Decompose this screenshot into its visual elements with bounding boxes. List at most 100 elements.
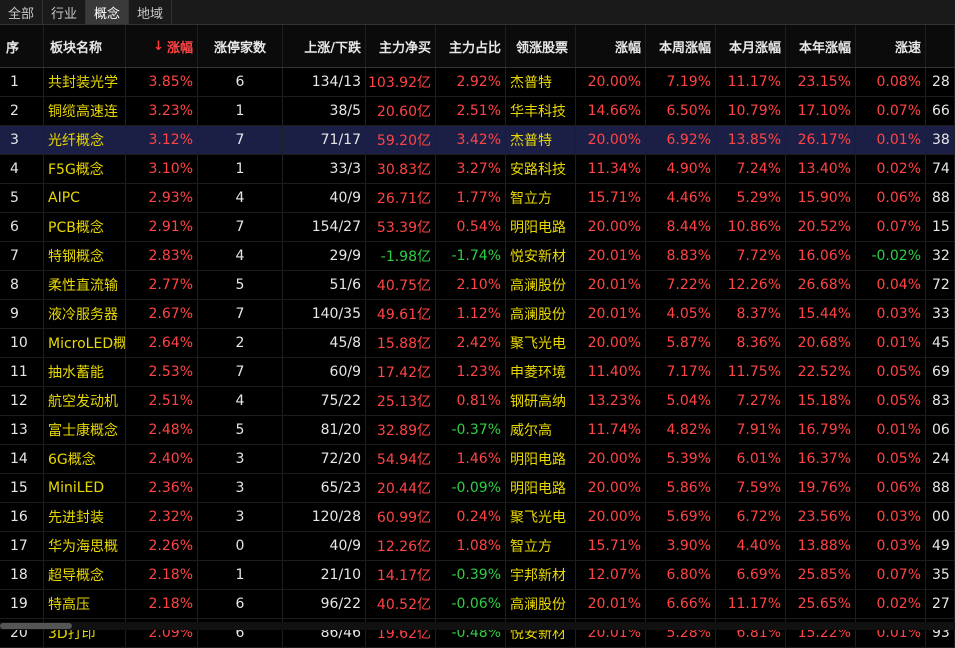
- header-leading-change[interactable]: 涨幅: [576, 25, 646, 67]
- cell-leading-change: 20.01%: [576, 300, 646, 328]
- cell-main-net-buy: 59.20亿: [366, 126, 436, 154]
- cell-week-change: 5.39%: [646, 445, 716, 473]
- table-row[interactable]: 9 液冷服务器 2.67% 7 140/35 49.61亿 1.12% 高澜股份 20.01% 4…: [0, 300, 955, 329]
- cell-speed: 0.04%: [856, 271, 926, 299]
- scrollbar-thumb[interactable]: [0, 623, 72, 629]
- table-row[interactable]: 12 航空发动机 2.51% 4 75/22 25.13亿 0.81% 钢研高纳 13.23% 5…: [0, 387, 955, 416]
- cell-main-net-buy: 25.13亿: [366, 387, 436, 415]
- table-header: 序板块名称 ↓ 涨幅 涨停家数 上涨/下跌 主力净买 主力占比 领涨股票 涨幅 本周涨幅 本月涨幅本…: [0, 25, 955, 68]
- header-leading-stock[interactable]: 领涨股票: [506, 25, 576, 67]
- header-label: 涨幅: [166, 40, 193, 56]
- cell-speed: 0.01%: [856, 126, 926, 154]
- cell-week-change: 4.05%: [646, 300, 716, 328]
- table-row[interactable]: 2 铜缆高速连 3.23% 1 38/5 20.60亿 2.51% 华丰科技 14.66% 6.5…: [0, 97, 955, 126]
- table-row[interactable]: 6 PCB概念 2.91% 7 154/27 53.39亿 0.54% 明阳电路 20.00% 8…: [0, 213, 955, 242]
- cell-month-change: 10.86%: [716, 213, 786, 241]
- cell-leading-stock: 明阳电路: [506, 474, 576, 502]
- cell-main-ratio: -0.09%: [436, 474, 506, 502]
- header-sector-name[interactable]: 板块名称: [44, 25, 126, 67]
- tab-0[interactable]: 全部: [0, 0, 44, 24]
- table-row[interactable]: 19 特高压 2.18% 6 96/22 40.52亿 -0.06% 高澜股份 20.01% 6.…: [0, 590, 955, 619]
- cell-change-pct: 2.48%: [126, 416, 198, 444]
- cell-sector-name: 光纤概念: [44, 126, 126, 154]
- cell-up-down: 29/9: [282, 242, 366, 270]
- table-row[interactable]: 18 超导概念 2.18% 1 21/10 14.17亿 -0.39% 宇邦新材 12.07% 6…: [0, 561, 955, 590]
- header-week-change[interactable]: 本周涨幅: [646, 25, 716, 67]
- cell-up-down: 21/10: [282, 561, 366, 589]
- cell-change-pct: 2.18%: [126, 590, 198, 618]
- table-row[interactable]: 14 6G概念 2.40% 3 72/20 54.94亿 1.46% 明阳电路 20.00% 5.…: [0, 445, 955, 474]
- cell-extra: 06: [926, 416, 955, 444]
- cell-leading-stock: 华丰科技: [506, 97, 576, 125]
- cell-leading-stock: 智立方: [506, 532, 576, 560]
- header-up-down[interactable]: 上涨/下跌: [282, 25, 366, 67]
- cell-main-net-buy: 53.39亿: [366, 213, 436, 241]
- cell-week-change: 7.19%: [646, 68, 716, 96]
- table-row[interactable]: 10 MicroLED概 2.64% 2 45/8 15.88亿 2.42% 聚飞光电 20.0…: [0, 329, 955, 358]
- cell-rank: 10: [0, 329, 44, 357]
- header-rank[interactable]: 序: [0, 25, 44, 67]
- table-row[interactable]: 8 柔性直流输 2.77% 5 51/6 40.75亿 2.10% 高澜股份 20.01% 7.2…: [0, 271, 955, 300]
- cell-sector-name: 富士康概念: [44, 416, 126, 444]
- cell-leading-change: 12.07%: [576, 561, 646, 589]
- cell-speed: 0.01%: [856, 329, 926, 357]
- cell-leading-stock: 聚飞光电: [506, 503, 576, 531]
- table-row[interactable]: 7 特钢概念 2.83% 4 29/9 -1.98亿 -1.74% 悦安新材 20.01% 8.8…: [0, 242, 955, 271]
- cell-main-net-buy: -1.98亿: [366, 242, 436, 270]
- table-row[interactable]: 1 共封装光学 3.85% 6 134/13 103.92亿 2.92% 杰普特 20.00% 7…: [0, 68, 955, 97]
- cell-limit-up-count: 1: [198, 155, 283, 183]
- cell-leading-stock: 宇邦新材: [506, 561, 576, 589]
- table-row[interactable]: 17 华为海思概 2.26% 0 40/9 12.26亿 1.08% 智立方 15.71% 3.9…: [0, 532, 955, 561]
- cell-up-down: 96/22: [282, 590, 366, 618]
- cell-limit-up-count: 1: [198, 97, 283, 125]
- cell-limit-up-count: 7: [198, 126, 283, 154]
- cell-speed: 0.06%: [856, 474, 926, 502]
- table-row[interactable]: 16 先进封装 2.32% 3 120/28 60.99亿 0.24% 聚飞光电 20.00% 5…: [0, 503, 955, 532]
- cell-limit-up-count: 6: [198, 590, 283, 618]
- cell-month-change: 13.85%: [716, 126, 786, 154]
- cell-up-down: 120/28: [282, 503, 366, 531]
- cell-main-ratio: 3.27%: [436, 155, 506, 183]
- cell-extra: 38: [926, 126, 955, 154]
- header-limit-up-count[interactable]: 涨停家数: [198, 25, 283, 67]
- table-row[interactable]: 11 抽水蓄能 2.53% 7 60/9 17.42亿 1.23% 申菱环境 11.40% 7.1…: [0, 358, 955, 387]
- cell-week-change: 5.86%: [646, 474, 716, 502]
- cell-leading-change: 20.00%: [576, 329, 646, 357]
- tab-2[interactable]: 概念: [86, 0, 130, 24]
- cell-year-change: 25.65%: [786, 590, 856, 618]
- cell-month-change: 6.69%: [716, 561, 786, 589]
- header-month-change[interactable]: 本月涨幅: [716, 25, 786, 67]
- tab-3[interactable]: 地域: [129, 0, 173, 24]
- cell-main-ratio: 1.77%: [436, 184, 506, 212]
- cell-year-change: 15.18%: [786, 387, 856, 415]
- tab-1[interactable]: 行业: [43, 0, 87, 24]
- cell-leading-change: 20.00%: [576, 503, 646, 531]
- cell-limit-up-count: 3: [198, 445, 283, 473]
- cell-rank: 18: [0, 561, 44, 589]
- cell-limit-up-count: 3: [198, 503, 283, 531]
- horizontal-scrollbar[interactable]: [0, 622, 955, 630]
- header-change-pct[interactable]: ↓ 涨幅: [126, 25, 198, 67]
- header-main-ratio[interactable]: 主力占比: [436, 25, 506, 67]
- header-year-change[interactable]: 本年涨幅: [786, 25, 856, 67]
- table-row[interactable]: 15 MiniLED 2.36% 3 65/23 20.44亿 -0.09% 明阳电路 20.0…: [0, 474, 955, 503]
- cell-rank: 8: [0, 271, 44, 299]
- cell-month-change: 11.17%: [716, 590, 786, 618]
- table-row[interactable]: 4 F5G概念 3.10% 1 33/3 30.83亿 3.27% 安路科技 11.34% 4.9…: [0, 155, 955, 184]
- header-main-net-buy[interactable]: 主力净买: [366, 25, 436, 67]
- table-row[interactable]: 5 AIPC 2.93% 4 40/9 26.71亿 1.77% 智立方 15.71% 4.46%…: [0, 184, 955, 213]
- header-extra[interactable]: [926, 25, 955, 67]
- cell-up-down: 65/23: [282, 474, 366, 502]
- cell-extra: 88: [926, 184, 955, 212]
- cell-extra: 15: [926, 213, 955, 241]
- table-row[interactable]: 13 富士康概念 2.48% 5 81/20 32.89亿 -0.37% 威尔高 11.74% 4…: [0, 416, 955, 445]
- cell-up-down: 45/8: [282, 329, 366, 357]
- cell-leading-stock: 明阳电路: [506, 445, 576, 473]
- header-speed[interactable]: 涨速: [856, 25, 926, 67]
- cell-main-net-buy: 32.89亿: [366, 416, 436, 444]
- cell-month-change: 7.24%: [716, 155, 786, 183]
- cell-change-pct: 2.32%: [126, 503, 198, 531]
- cell-month-change: 6.72%: [716, 503, 786, 531]
- table-row[interactable]: 3 光纤概念 3.12% 7 71/17 59.20亿 3.42% 杰普特 20.00% 6.92…: [0, 126, 955, 155]
- cell-sector-name: 航空发动机: [44, 387, 126, 415]
